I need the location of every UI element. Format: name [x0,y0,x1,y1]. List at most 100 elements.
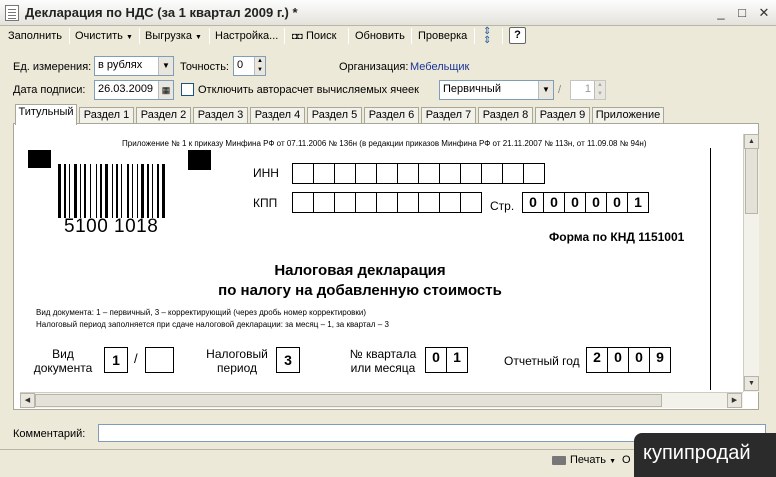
inn-cell[interactable] [439,163,461,184]
page-cell[interactable]: 0 [522,192,544,213]
expand-collapse-icon[interactable]: ⇕ ⇕ [481,27,493,46]
stepper-arrows-icon[interactable]: ▲ ▼ [254,57,265,75]
page-cell[interactable]: 0 [564,192,586,213]
inn-cell[interactable] [523,163,545,184]
doc-type-cell[interactable]: 1 [104,347,128,373]
help-button[interactable]: ? [509,27,526,44]
tab-title-page[interactable]: Титульный [15,104,77,125]
scroll-right-icon[interactable]: ▶ [727,393,742,408]
barcode-bar [157,164,159,218]
unit-label: Ед. измерения: [13,61,92,73]
barcode-bar [100,164,102,218]
correction-cell[interactable] [145,347,174,373]
tab-section-6[interactable]: Раздел 6 [364,107,419,124]
calendar-icon[interactable]: ▦ [158,81,173,99]
tab-section-1[interactable]: Раздел 1 [79,107,134,124]
kpp-cell[interactable] [313,192,335,213]
year-cell[interactable]: 9 [649,347,671,373]
barcode-bar [141,164,144,218]
doc-type-label: Вид документа [33,347,93,375]
tab-appendix[interactable]: Приложение [592,107,664,124]
close-button[interactable]: ✕ [757,6,771,20]
kpp-cell[interactable] [439,192,461,213]
quarter-cell[interactable]: 1 [446,347,468,373]
clear-button[interactable]: Очистить ▼ [73,27,135,45]
kpp-cell[interactable] [418,192,440,213]
date-field[interactable]: 26.03.2009 ▦ [94,80,174,100]
kpp-cell[interactable] [376,192,398,213]
fill-button[interactable]: Заполнить [6,27,64,45]
kpp-cell[interactable] [292,192,314,213]
barcode-bars [58,164,165,218]
scroll-thumb[interactable] [745,148,758,214]
inn-cell[interactable] [502,163,524,184]
inn-cell[interactable] [334,163,356,184]
barcode-bar [84,164,86,218]
chevron-down-icon[interactable]: ▼ [538,81,553,99]
horizontal-scrollbar[interactable]: ◀ ▶ [20,392,743,408]
doc-type-select[interactable]: Первичный ▼ [439,80,554,100]
page-cell[interactable]: 1 [627,192,649,213]
tab-section-2[interactable]: Раздел 2 [136,107,191,124]
page-cell[interactable]: 0 [543,192,565,213]
autocalc-checkbox[interactable] [181,83,194,96]
check-button[interactable]: Проверка [416,27,469,45]
page-cell[interactable]: 0 [606,192,628,213]
unit-select[interactable]: в рублях ▼ [94,56,174,76]
kpp-cell[interactable] [397,192,419,213]
year-cell[interactable]: 0 [628,347,650,373]
kpp-cell[interactable] [334,192,356,213]
inn-cell[interactable] [313,163,335,184]
scroll-up-icon[interactable]: ▲ [744,134,759,149]
search-button[interactable]: ◘◘ Поиск [290,27,338,45]
inn-cell[interactable] [481,163,503,184]
precision-label: Точность: [180,61,229,73]
tax-period-cell[interactable]: 3 [276,347,300,373]
minimize-button[interactable]: _ [714,6,728,20]
year-label: Отчетный год [504,354,580,368]
inn-cell[interactable] [292,163,314,184]
settings-button[interactable]: Настройка... [213,27,280,45]
inn-cell[interactable] [460,163,482,184]
form-title-line1: Налоговая декларация [274,262,446,279]
year-cell[interactable]: 0 [607,347,629,373]
toolbar-separator [474,28,475,44]
kpp-cell[interactable] [460,192,482,213]
year-cell[interactable]: 2 [586,347,608,373]
tab-section-9[interactable]: Раздел 9 [535,107,590,124]
maximize-button[interactable]: □ [735,6,749,20]
tab-section-3[interactable]: Раздел 3 [193,107,248,124]
kpp-cell[interactable] [355,192,377,213]
hscroll-thumb[interactable] [35,394,662,407]
scroll-down-icon[interactable]: ▼ [744,376,759,391]
correction-stepper[interactable]: 1 ▲ ▼ [570,80,606,100]
refresh-button[interactable]: Обновить [353,27,407,45]
vertical-scrollbar[interactable]: ▲ ▼ [743,134,759,392]
precision-stepper[interactable]: 0 ▲ ▼ [233,56,266,76]
stepper-arrows-icon[interactable]: ▲ ▼ [594,81,605,99]
barcode-bar [116,164,118,218]
page-label: Стр. [490,199,515,213]
print-button[interactable]: Печать ▼ [552,454,616,470]
barcode-bar [69,164,70,218]
inn-cell[interactable] [397,163,419,184]
tab-section-7[interactable]: Раздел 7 [421,107,476,124]
form-title-line2: по налогу на добавленную стоимость [218,282,502,299]
inn-cell[interactable] [355,163,377,184]
inn-cell[interactable] [418,163,440,184]
barcode-bar [58,164,61,218]
ok-button-partial[interactable]: O [622,454,631,466]
quarter-cell[interactable]: 0 [425,347,447,373]
toolbar-separator [209,28,210,44]
chevron-down-icon[interactable]: ▼ [158,57,173,75]
barcode-bar [137,164,138,218]
inn-cell[interactable] [376,163,398,184]
scroll-left-icon[interactable]: ◀ [20,393,35,408]
export-button[interactable]: Выгрузка ▼ [143,27,204,45]
title-bar: Декларация по НДС (за 1 квартал 2009 г.)… [0,0,776,26]
org-link[interactable]: Мебельщик [410,61,469,73]
page-cell[interactable]: 0 [585,192,607,213]
tab-section-8[interactable]: Раздел 8 [478,107,533,124]
tab-section-4[interactable]: Раздел 4 [250,107,305,124]
tab-section-5[interactable]: Раздел 5 [307,107,362,124]
